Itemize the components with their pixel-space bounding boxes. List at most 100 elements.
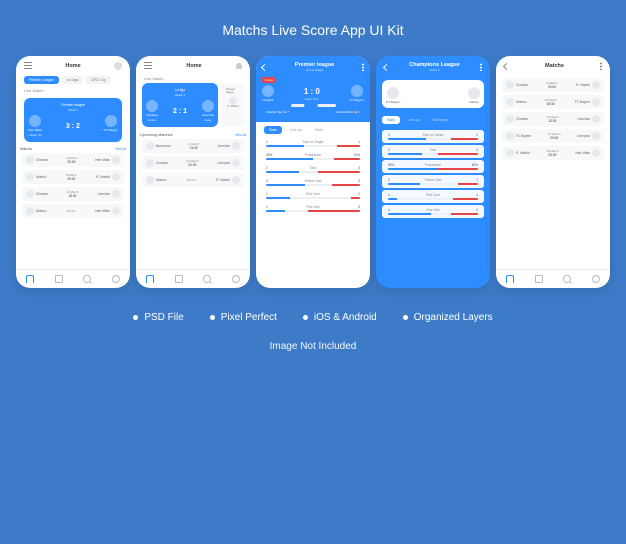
match-row[interactable]: Atletico8 March20:00R. Madrid [22, 170, 124, 184]
match-row[interactable]: R. Madrid19 March20:30Inter Milan [502, 146, 604, 160]
feature-label: iOS & Android [314, 312, 377, 323]
stat-right: 1 [358, 140, 360, 144]
home-icon[interactable] [26, 275, 34, 283]
search-icon[interactable] [563, 275, 571, 283]
team-a: Chelsea [516, 117, 528, 121]
page-title: Matchs Live Score App UI Kit [222, 22, 403, 38]
header-title: Home [186, 63, 201, 69]
match-hero: Premier leagueGroup Stage ● Live Chelsea… [256, 56, 370, 122]
goal-left: Christine Tyler ⚽ 7' [266, 111, 289, 114]
tab-stats[interactable]: Stats [264, 126, 282, 134]
calendar-icon[interactable] [55, 275, 63, 283]
match-row[interactable]: Atletico19 OctInter Milan [22, 204, 124, 218]
match-hero-card[interactable]: FC Bayern - Atletico [382, 80, 484, 108]
match-row[interactable]: Atletico14 March18:30FC Bayern [502, 95, 604, 109]
team-badge [112, 207, 120, 215]
more-icon[interactable] [480, 63, 482, 71]
search-icon[interactable] [203, 275, 211, 283]
match-row[interactable]: FC Bayern17 March20:00Liverpool [502, 129, 604, 143]
disclaimer: Image Not Included [270, 341, 357, 352]
feature-item: iOS & Android [303, 312, 377, 323]
view-all-link[interactable]: View All [235, 133, 246, 137]
team-badge [592, 149, 600, 157]
team-name: Chelsea [146, 113, 157, 117]
more-icon[interactable] [600, 62, 602, 70]
team-name: Inter Milan [28, 128, 42, 132]
stat-left: 1 [266, 205, 268, 209]
stat-row: 1Red Card0 [256, 190, 370, 201]
live-match-card[interactable]: La liga Week 5 ChelseaHome 2 : 1 Juventu… [142, 83, 218, 127]
avatar[interactable] [114, 62, 122, 70]
view-all-link[interactable]: View All [115, 147, 126, 151]
bullet-icon [133, 315, 138, 320]
stat-right: 2 [476, 208, 478, 212]
team-b: Liverpool [577, 134, 590, 138]
team-a: Chelsea [36, 192, 48, 196]
calendar-icon[interactable] [175, 275, 183, 283]
match-row[interactable]: Atletico19 OctR. Madrid [142, 173, 244, 187]
live-match-label: Live Match [136, 74, 250, 83]
feature-label: PSD File [144, 312, 183, 323]
stat-row: 3Shot on Target2 [382, 130, 484, 143]
match-row[interactable]: Barcelona4 March21:00Juventus [142, 139, 244, 153]
live-match-card[interactable]: Premier league Week 6 Inter MilanLukaku … [24, 98, 122, 142]
tab-stats[interactable]: Stats [382, 116, 400, 124]
chip-premier[interactable]: Premier League [24, 76, 59, 84]
user-icon[interactable] [592, 275, 600, 283]
calendar-icon[interactable] [535, 275, 543, 283]
scorer: Lukaku 45' [28, 133, 41, 137]
match-time: 20:00 [188, 163, 196, 167]
match-time: 20:00 [67, 160, 75, 164]
tab-table[interactable]: Table [310, 126, 328, 134]
week-label: Week 6 [68, 108, 78, 112]
header-title: Home [65, 63, 80, 69]
more-icon[interactable] [362, 63, 364, 71]
stats-list: 3Shot on Target23Shot455%Possession45%2Y… [376, 128, 490, 288]
home-icon[interactable] [506, 275, 514, 283]
match-row[interactable]: Chelsea4 March20:00Inter Milan [22, 153, 124, 167]
match-row[interactable]: Chelsea15 March20:00Juventus [502, 112, 604, 126]
stat-row: 2Yellow Card1 [382, 175, 484, 188]
menu-icon[interactable] [144, 62, 152, 70]
subtitle: Group Stage [306, 68, 323, 72]
team-badge [146, 142, 154, 150]
chip-afc[interactable]: AFC Cup [86, 76, 110, 84]
menu-icon[interactable] [24, 62, 32, 70]
team-badge [506, 115, 514, 123]
team-b: Juventus [217, 144, 230, 148]
match-time: 20:00 [548, 85, 556, 89]
stat-bar [266, 184, 360, 186]
match-row[interactable]: Chelsea8 March20:00R. Madrid [502, 78, 604, 92]
home-icon[interactable] [146, 275, 154, 283]
header-title: Matchs [545, 63, 564, 69]
stat-left: 45% [266, 153, 272, 157]
team-name: Atletico [469, 100, 479, 104]
tab-lineup[interactable]: Line-up [403, 116, 425, 124]
stat-right: 3 [358, 166, 360, 170]
match-row[interactable]: Chelsea14 March20:00Liverpool [142, 156, 244, 170]
user-icon[interactable] [112, 275, 120, 283]
match-row[interactable]: Chelsea14 March18:30Juventus [22, 187, 124, 201]
chip-liga[interactable]: La Liga [62, 76, 83, 84]
back-icon[interactable] [261, 63, 268, 70]
tab-lineup[interactable]: Line-up [285, 126, 307, 134]
score: 3 : 2 [66, 123, 80, 130]
upcoming-label: Upcoming Matches [140, 133, 173, 137]
team-b: Juventus [577, 117, 590, 121]
home-away: Away [205, 118, 212, 122]
next-match-card[interactable]: Premier league R. Madrid [222, 83, 244, 127]
back-icon[interactable] [503, 62, 510, 69]
score: 2 : 1 [173, 108, 187, 115]
team-b: R. Madrid [216, 178, 230, 182]
team-badge [468, 87, 480, 99]
stat-left: 4 [388, 208, 390, 212]
match-time: 18:30 [547, 102, 555, 106]
stat-row: 3Shot4 [382, 145, 484, 158]
bullet-icon [303, 315, 308, 320]
back-icon[interactable] [383, 63, 390, 70]
progress-thumb[interactable] [304, 104, 318, 107]
bell-icon[interactable] [236, 63, 242, 69]
tab-summary[interactable]: Summary [428, 116, 453, 124]
search-icon[interactable] [83, 275, 91, 283]
user-icon[interactable] [232, 275, 240, 283]
